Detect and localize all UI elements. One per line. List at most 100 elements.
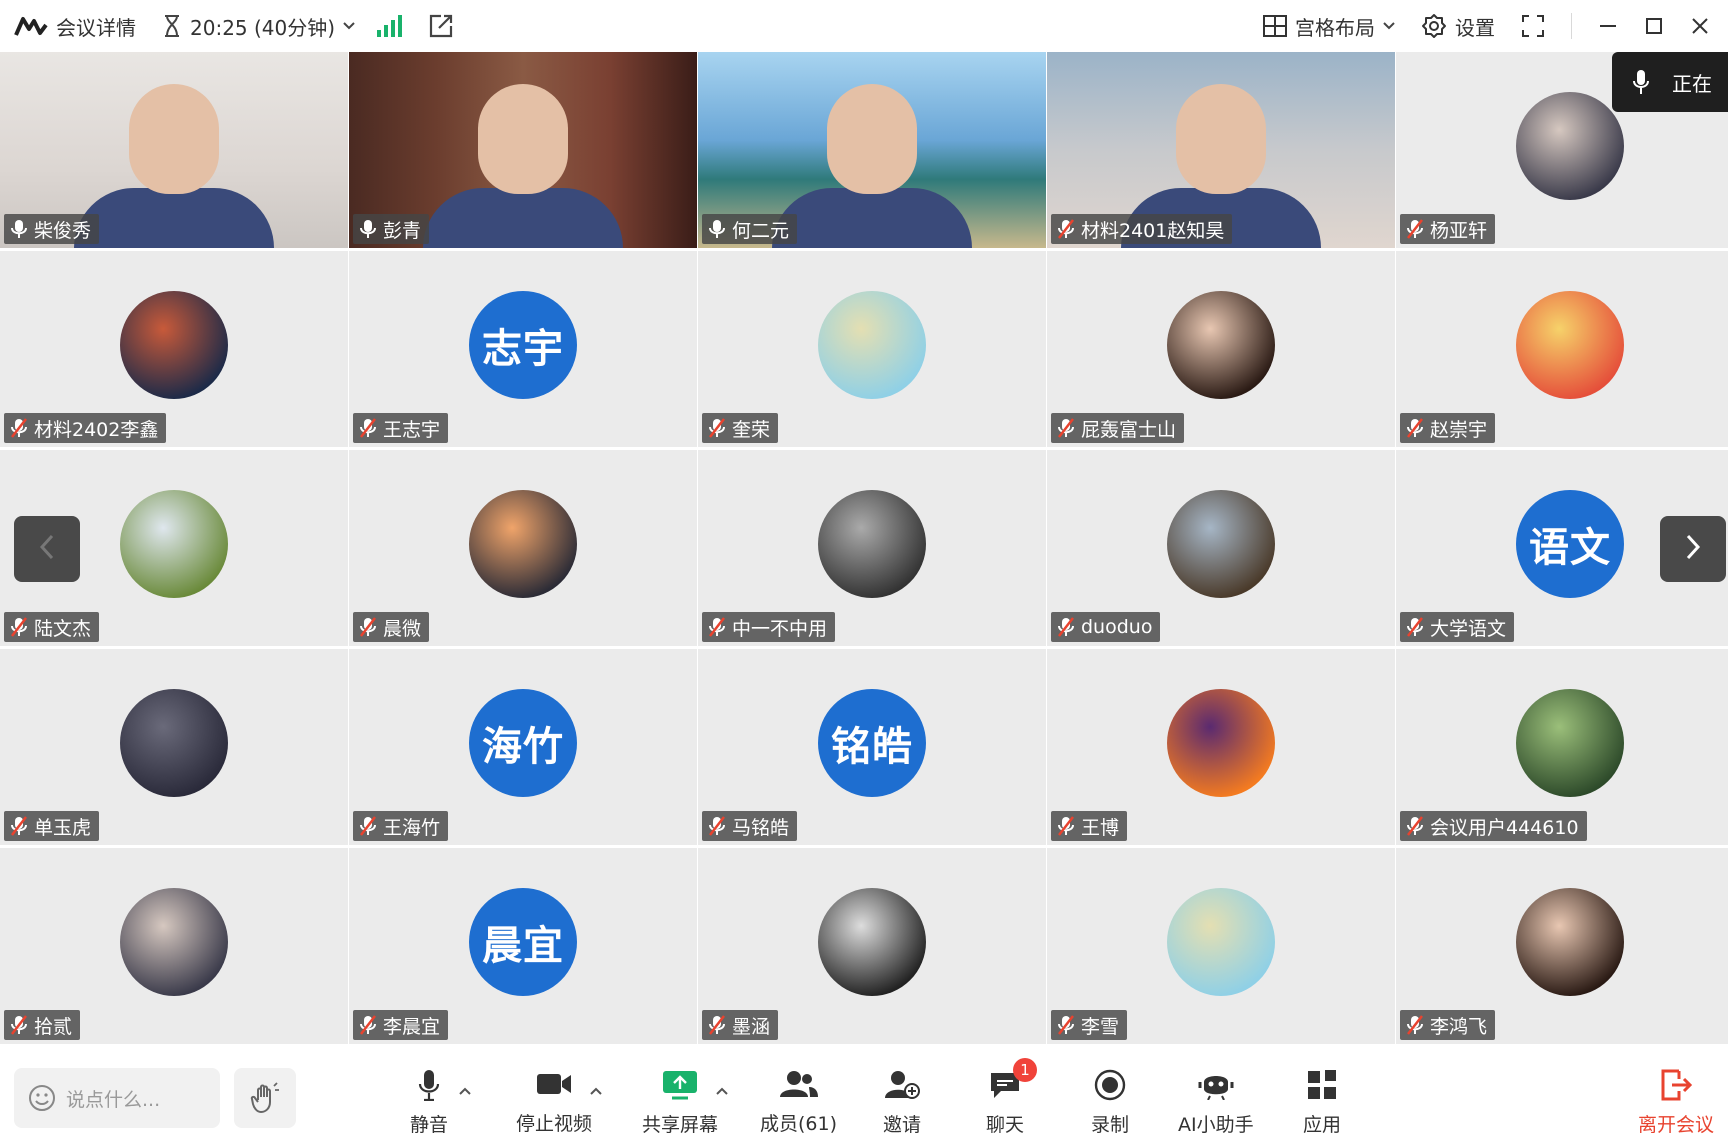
participant-tile[interactable]: 李鸿飞 (1396, 848, 1728, 1044)
participant-name: 李鸿飞 (1430, 1015, 1488, 1038)
emoji-icon (28, 1084, 56, 1112)
participant-tile[interactable]: 赵崇宇 (1396, 251, 1728, 447)
stop-video-button[interactable]: 停止视频 (516, 1070, 602, 1136)
participant-tile[interactable]: 何二元 (698, 52, 1046, 248)
chevron-up-icon[interactable] (459, 1078, 471, 1100)
microphone-muted-icon (708, 418, 726, 438)
microphone-muted-icon (10, 617, 28, 637)
participant-tile[interactable]: 晨微 (349, 450, 697, 646)
participant-name-tag: 屁轰富士山 (1051, 413, 1185, 443)
participant-name: 陆文杰 (34, 617, 92, 640)
speaking-indicator[interactable]: 正在 (1612, 52, 1728, 112)
participant-tile[interactable]: 海竹 王海竹 (349, 649, 697, 845)
participant-name-tag: 奎荣 (702, 413, 779, 443)
fullscreen-icon (1521, 14, 1545, 38)
apps-button[interactable]: 应用 (1303, 1069, 1341, 1136)
participant-tile[interactable]: 李雪 (1047, 848, 1395, 1044)
bottom-toolbar: 说点什么... 静音 停止视频 共享屏幕 成员(61) 邀请 1 聊天 录制 A… (0, 1048, 1728, 1138)
participant-tile[interactable]: 铭皓马铭皓 (698, 649, 1046, 845)
network-signal[interactable] (377, 0, 403, 52)
participant-tile[interactable]: 奎荣 (698, 251, 1046, 447)
record-button[interactable]: 录制 (1091, 1069, 1129, 1136)
mute-button[interactable]: 静音 (410, 1069, 471, 1136)
microphone-icon (10, 219, 28, 239)
participant-name: 杨亚轩 (1430, 219, 1488, 242)
chevron-up-icon[interactable] (716, 1078, 728, 1100)
participant-tile[interactable]: 王博 (1047, 649, 1395, 845)
meeting-time: 20:25 (40分钟) (190, 15, 336, 40)
robot-icon (1198, 1070, 1234, 1105)
layout-menu-button[interactable]: 宫格布局 (1263, 0, 1395, 52)
members-button[interactable]: 成员(61) (760, 1070, 837, 1136)
popout-button[interactable] (428, 0, 454, 52)
participant-avatar (818, 490, 926, 598)
maximize-button[interactable] (1644, 0, 1664, 52)
meeting-details-button[interactable]: 会议详情 (14, 0, 136, 52)
speaking-label: 正在 (1672, 71, 1712, 96)
participant-name-tag: 中一不中用 (702, 612, 836, 642)
previous-page-button[interactable] (14, 516, 80, 582)
record-control (1094, 1069, 1126, 1104)
text-avatar: 海竹 (469, 689, 577, 797)
participant-tile[interactable]: 会议用户444610 (1396, 649, 1728, 845)
next-page-button[interactable] (1660, 516, 1726, 582)
participant-avatar (1167, 888, 1275, 996)
text-avatar: 铭皓 (818, 689, 926, 797)
share-screen-button[interactable]: 共享屏幕 (642, 1070, 728, 1136)
minimize-button[interactable] (1598, 0, 1618, 52)
microphone-muted-icon (708, 617, 726, 637)
participant-tile[interactable]: 志宇 王志宇 (349, 251, 697, 447)
participant-name-tag: 王志宇 (353, 413, 449, 443)
microphone-muted-icon (708, 1015, 726, 1035)
share-control (662, 1070, 728, 1104)
hourglass-icon (162, 14, 182, 38)
mute-label: 静音 (410, 1114, 449, 1136)
settings-button[interactable]: 设置 (1421, 0, 1495, 52)
participant-shoulders (423, 188, 623, 248)
chevron-left-icon (38, 533, 56, 565)
participant-tile[interactable]: 屁轰富士山 (1047, 251, 1395, 447)
invite-button[interactable]: 邀请 (883, 1070, 921, 1136)
participant-name: 李晨宜 (383, 1015, 441, 1038)
participant-name-tag: 何二元 (702, 214, 798, 244)
participant-tile[interactable]: 柴俊秀 (0, 52, 348, 248)
participant-tile[interactable]: 材料2401赵知昊 (1047, 52, 1395, 248)
participant-name: 会议用户444610 (1430, 816, 1579, 839)
microphone-muted-icon (1406, 816, 1424, 836)
top-bar: 会议详情 20:25 (40分钟) 宫格布局 设置 (0, 0, 1728, 52)
participant-tile[interactable]: 单玉虎 (0, 649, 348, 845)
participant-name: 柴俊秀 (34, 219, 92, 242)
participant-name: 马铭皓 (732, 816, 790, 839)
close-button[interactable] (1690, 0, 1710, 52)
close-icon (1690, 16, 1710, 36)
participant-name: 晨微 (383, 617, 422, 640)
chevron-down-icon (1383, 22, 1395, 30)
raise-hand-button[interactable] (234, 1068, 296, 1128)
participant-tile[interactable]: 中一不中用 (698, 450, 1046, 646)
participant-tile[interactable]: 材料2402李鑫 (0, 251, 348, 447)
exit-door-icon (1659, 1069, 1693, 1106)
chevron-up-icon[interactable] (590, 1078, 602, 1100)
microphone-icon (708, 219, 726, 239)
grid-layout-icon (1263, 15, 1287, 37)
participant-tile[interactable]: 拾贰 (0, 848, 348, 1044)
fullscreen-button[interactable] (1521, 0, 1545, 52)
participant-name-tag: 李鸿飞 (1400, 1010, 1496, 1040)
microphone-muted-icon (1406, 617, 1424, 637)
chat-button[interactable]: 1 聊天 (986, 1058, 1037, 1136)
participant-tile[interactable]: duoduo (1047, 450, 1395, 646)
leave-meeting-button[interactable]: 离开会议 (1638, 1069, 1714, 1136)
participant-avatar (1167, 689, 1275, 797)
quick-chat-input[interactable]: 说点什么... (14, 1068, 220, 1128)
participant-tile[interactable]: 墨涵 (698, 848, 1046, 1044)
participant-tile[interactable]: 彭青 (349, 52, 697, 248)
meeting-timer[interactable]: 20:25 (40分钟) (162, 0, 355, 52)
participant-silhouette (129, 84, 219, 194)
participant-tile[interactable]: 晨宜 李晨宜 (349, 848, 697, 1044)
microphone-muted-icon (10, 1015, 28, 1035)
meeting-logo-icon (14, 15, 48, 37)
ai-assistant-button[interactable]: AI小助手 (1178, 1070, 1254, 1136)
microphone-muted-icon (1406, 418, 1424, 438)
microphone-muted-icon (359, 418, 377, 438)
raise-hand-icon (250, 1082, 280, 1114)
